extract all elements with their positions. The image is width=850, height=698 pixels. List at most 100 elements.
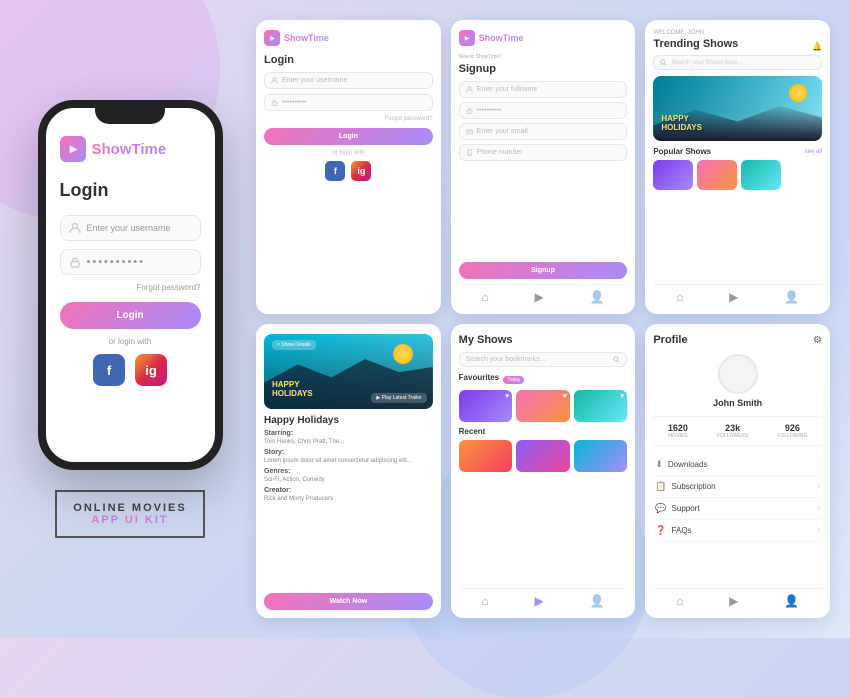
phone-login-title: Login	[60, 180, 201, 201]
show-thumb-3[interactable]	[741, 160, 781, 190]
stat-followers: 23k Followers	[717, 423, 748, 439]
nav-home-icon[interactable]: ⌂	[482, 290, 489, 304]
phone-password-field[interactable]: ••••••••••	[60, 249, 201, 275]
screen-login: ShowTime Login Enter your username •••••…	[256, 20, 441, 314]
faqs-arrow: ›	[818, 527, 820, 534]
signup-fullname-input[interactable]: Enter your fullname	[459, 81, 628, 98]
user-icon	[69, 222, 81, 234]
fav-card-3[interactable]: ♥	[574, 390, 628, 422]
menu-subscription[interactable]: 📋 Subscription ›	[653, 476, 822, 498]
social-buttons: f ig	[60, 354, 201, 386]
nav-play-trending[interactable]: ▶	[729, 290, 738, 304]
mini-brand-icon	[264, 30, 280, 46]
stat-movies: 1620 Movies	[668, 423, 688, 439]
menu-downloads[interactable]: ⬇ Downloads ›	[653, 454, 822, 476]
nav-play-icon[interactable]: ▶	[535, 290, 544, 304]
downloads-arrow: ›	[818, 461, 820, 468]
play-trailer-button[interactable]: ▶ Play Latest Trailer	[371, 393, 426, 403]
nav-user-myshows[interactable]: 👤	[589, 594, 604, 608]
mini-user-icon	[271, 77, 278, 84]
trending-hero-banner[interactable]: HAPPY HOLIDAYS	[653, 76, 822, 141]
show-thumb-1[interactable]	[653, 160, 693, 190]
nav-play-myshows[interactable]: ▶	[535, 594, 544, 608]
subscription-label: Subscription	[672, 482, 716, 491]
signup-password-input[interactable]: ••••••••••	[459, 102, 628, 119]
login-password-input[interactable]: ••••••••••	[264, 94, 433, 111]
popular-shows-label: Popular Shows	[653, 147, 711, 156]
favourites-header: Favourites Today	[459, 373, 628, 386]
nav-user-profile[interactable]: 👤	[784, 594, 799, 608]
forgot-password-text[interactable]: Forgot password?	[60, 283, 201, 292]
fav-card-2[interactable]: ♥	[516, 390, 570, 422]
login-forgot-text[interactable]: Forgot password?	[264, 116, 433, 122]
trending-search-bar[interactable]: Search your Shows here...	[653, 55, 822, 70]
recent-label: Recent	[459, 427, 628, 436]
brand-label-line1: ONLINE MOVIES	[73, 502, 186, 514]
favourites-grid: ♥ ♥ ♥	[459, 390, 628, 422]
movie-hero-banner: < Show Details HAPPY HOLIDAYS ▶ Play Lat…	[264, 334, 433, 409]
nav-user-trending[interactable]: 👤	[784, 290, 799, 304]
faqs-icon: ❓	[655, 525, 666, 536]
support-label: Support	[672, 504, 700, 513]
stat-following-label: Following	[777, 433, 807, 439]
signup-bottom-nav: ⌂ ▶ 👤	[459, 284, 628, 306]
watch-now-button[interactable]: Watch Now	[264, 593, 433, 610]
heart-icon-2: ♥	[563, 393, 567, 400]
screen-signup: ShowTime New to ShowTime? Signup Enter y…	[451, 20, 636, 314]
settings-icon[interactable]: ⚙	[813, 335, 822, 346]
downloads-icon: ⬇	[655, 459, 663, 470]
recent-grid	[459, 440, 628, 472]
recent-card-3[interactable]	[574, 440, 628, 472]
login-password-placeholder: ••••••••••	[282, 99, 307, 106]
phone-username-field[interactable]: Enter your username	[60, 215, 201, 241]
login-fb-btn[interactable]: f	[325, 161, 345, 181]
menu-support[interactable]: 💬 Support ›	[653, 498, 822, 520]
nav-play-profile[interactable]: ▶	[729, 594, 738, 608]
stat-following-val: 926	[777, 423, 807, 433]
profile-title: Profile	[653, 334, 687, 346]
signup-phone-input[interactable]: Phone number	[459, 144, 628, 161]
notification-icon[interactable]: 🔔	[812, 42, 822, 51]
signup-phone-icon	[466, 149, 473, 156]
nav-user-icon[interactable]: 👤	[589, 290, 604, 304]
screen-profile: Profile ⚙ John Smith 1620 Movies 23k Fol…	[645, 324, 830, 618]
login-username-input[interactable]: Enter your username	[264, 72, 433, 89]
phone-login-button[interactable]: Login	[60, 302, 201, 329]
mini-brand-name: ShowTime	[284, 33, 329, 43]
subscription-arrow: ›	[818, 483, 820, 490]
my-shows-search-bar[interactable]: Search your bookmarks...	[459, 352, 628, 367]
signup-brand-icon	[459, 30, 475, 46]
instagram-login-button[interactable]: ig	[135, 354, 167, 386]
my-shows-bottom-nav: ⌂ ▶ 👤	[459, 588, 628, 610]
phone-screen: ShowTime Login Enter your username •••••…	[46, 108, 215, 462]
signup-email-input[interactable]: Enter your email	[459, 123, 628, 140]
signup-email-icon	[466, 128, 473, 135]
signup-fullname-placeholder: Enter your fullname	[477, 86, 538, 93]
password-dots: ••••••••••	[87, 256, 146, 268]
recent-card-2[interactable]	[516, 440, 570, 472]
nav-home-myshows[interactable]: ⌂	[482, 594, 489, 608]
phone-notch	[95, 108, 165, 124]
signup-phone-placeholder: Phone number	[477, 149, 523, 156]
nav-home-profile[interactable]: ⌂	[676, 594, 683, 608]
signup-button[interactable]: Signup	[459, 262, 628, 279]
genres-val: Sci-Fi, Action, Comedy	[264, 477, 433, 483]
fav-card-1[interactable]: ♥	[459, 390, 513, 422]
facebook-login-button[interactable]: f	[93, 354, 125, 386]
menu-faqs[interactable]: ❓ FAQs ›	[653, 520, 822, 542]
stat-following: 926 Following	[777, 423, 807, 439]
nav-home-trending[interactable]: ⌂	[676, 290, 683, 304]
see-all-link[interactable]: see all	[805, 149, 822, 155]
show-thumb-2[interactable]	[697, 160, 737, 190]
show-details-badge[interactable]: < Show Details	[272, 340, 316, 350]
stat-followers-label: Followers	[717, 433, 748, 439]
stats-row: 1620 Movies 23k Followers 926 Following	[653, 416, 822, 446]
hero-sun	[789, 84, 807, 102]
phone-brand-logo: ShowTime	[60, 136, 201, 162]
genres-label: Genres:	[264, 468, 433, 475]
lock-icon	[69, 256, 81, 268]
my-shows-title: My Shows	[459, 334, 628, 346]
login-ig-btn[interactable]: ig	[351, 161, 371, 181]
recent-card-1[interactable]	[459, 440, 513, 472]
login-screen-button[interactable]: Login	[264, 128, 433, 145]
